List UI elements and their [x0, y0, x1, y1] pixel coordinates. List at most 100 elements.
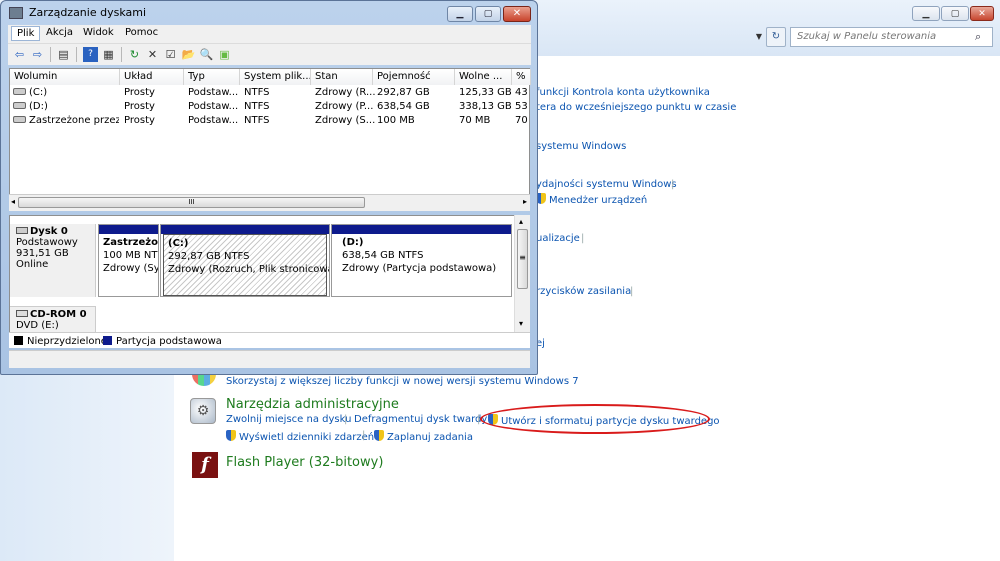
search-input[interactable]: Szukaj w Panelu sterowania: [790, 27, 993, 47]
column-header-free[interactable]: Wolne ...: [455, 69, 512, 85]
capacity-cell: 292,87 GB: [377, 87, 430, 98]
volume-cell: (C:): [13, 87, 119, 98]
percent-cell: 43: [515, 87, 528, 98]
status-cell: Zdrowy (R...: [315, 87, 376, 98]
free-space-link[interactable]: Zwolnij miejsce na dysku: [226, 414, 351, 425]
flash-player-title[interactable]: Flash Player (32-bitowy): [226, 455, 383, 470]
volume-cell: Zastrzeżone przez ...: [13, 115, 119, 126]
column-header-volume[interactable]: Wolumin: [10, 69, 120, 85]
magnifier-icon[interactable]: 🔍: [199, 47, 214, 62]
column-header-capacity[interactable]: Pojemność: [373, 69, 455, 85]
scroll-down-icon[interactable]: ▾: [519, 319, 523, 328]
column-header-filesystem[interactable]: System plik...: [240, 69, 311, 85]
system-link[interactable]: systemu Windows: [536, 141, 626, 152]
maximize-button[interactable]: ▢: [475, 6, 501, 22]
column-header-type[interactable]: Typ: [184, 69, 240, 85]
address-dropdown-icon[interactable]: ▼: [752, 29, 766, 45]
cdrom-label[interactable]: CD-ROM 0 DVD (E:): [10, 306, 96, 332]
partition-name: (D:): [342, 237, 364, 248]
refresh-icon[interactable]: ↻: [766, 27, 786, 47]
partition-reserved[interactable]: Zastrzeżon 100 MB NT Zdrowy (Sy: [98, 224, 159, 297]
forward-icon[interactable]: ⇨: [30, 47, 45, 62]
scrollbar-thumb[interactable]: ≡: [517, 229, 528, 289]
disk-icon[interactable]: ▣: [217, 47, 232, 62]
partition-bar: [332, 225, 511, 234]
status-cell: Zdrowy (S...: [315, 115, 376, 126]
cp-minimize-button[interactable]: ▁: [912, 6, 940, 21]
updates-link[interactable]: ualizacje: [536, 233, 580, 244]
menu-widok[interactable]: Widok: [78, 26, 119, 41]
back-icon[interactable]: ⇦: [12, 47, 27, 62]
disk0-status: Online: [16, 259, 49, 270]
status-bar: [9, 350, 530, 368]
admin-tools-icon[interactable]: ⚙: [190, 398, 216, 424]
cdrom-icon: [16, 310, 28, 317]
link-separator: |: [344, 414, 348, 425]
scroll-left-icon[interactable]: ◂: [11, 197, 15, 206]
menu-pomoc[interactable]: Pomoc: [120, 26, 163, 41]
disk0-label[interactable]: Dysk 0 Podstawowy 931,51 GB Online: [10, 224, 96, 297]
drive-icon: [13, 88, 26, 95]
vertical-scrollbar[interactable]: ▴ ≡ ▾: [514, 215, 530, 337]
free-cell: 125,33 GB: [459, 87, 512, 98]
legend: Nieprzydzielone Partycja podstawowa: [9, 332, 530, 348]
defrag-link[interactable]: Defragmentuj dysk twardy: [354, 414, 487, 425]
scroll-up-icon[interactable]: ▴: [519, 217, 523, 226]
admin-tools-title[interactable]: Narzędzia administracyjne: [226, 397, 399, 412]
drive-icon: [13, 116, 26, 123]
performance-link[interactable]: ydajności systemu Windows: [536, 179, 677, 190]
search-icon[interactable]: ⌕: [975, 30, 981, 44]
filesystem-cell: NTFS: [244, 101, 270, 112]
open-folder-icon[interactable]: 📂: [181, 47, 196, 62]
help-icon[interactable]: ?: [83, 47, 98, 62]
cdrom-name-row: CD-ROM 0: [16, 309, 89, 320]
refresh-icon[interactable]: ↻: [127, 47, 142, 62]
scroll-right-icon[interactable]: ▸: [523, 197, 527, 206]
cp-maximize-button[interactable]: ▢: [941, 6, 969, 21]
disk0-name: Dysk 0: [30, 226, 68, 237]
minimize-button[interactable]: ▁: [447, 6, 473, 22]
delete-icon[interactable]: ✕: [145, 47, 160, 62]
power-buttons-link[interactable]: rzycisków zasilania: [536, 286, 631, 297]
schedule-tasks-link[interactable]: Zaplanuj zadania: [374, 430, 473, 443]
toolbar-separator: [50, 47, 51, 62]
partition-bar: [99, 225, 158, 234]
menu-plik[interactable]: Plik: [11, 26, 41, 41]
partition-c[interactable]: (C:) 292,87 GB NTFS Zdrowy (Rozruch, Pli…: [160, 224, 330, 297]
uac-link[interactable]: funkcji Kontrola konta użytkownika: [536, 87, 710, 98]
window-title: Zarządzanie dyskami: [29, 6, 147, 19]
partition-size: 638,54 GB NTFS: [342, 250, 424, 261]
flash-player-icon[interactable]: f: [192, 452, 218, 478]
menu-bar: Plik Akcja Widok Pomoc: [8, 25, 531, 43]
properties-icon[interactable]: ▦: [101, 47, 116, 62]
hard-disk-icon: [16, 227, 28, 234]
cdrom-drive: DVD (E:): [16, 320, 59, 331]
scrollbar-thumb[interactable]: III: [18, 197, 365, 208]
menu-akcja[interactable]: Akcja: [41, 26, 78, 41]
free-cell: 338,13 GB: [459, 101, 512, 112]
anytime-upgrade-link[interactable]: Skorzystaj z większej liczby funkcji w n…: [226, 376, 579, 387]
layout-cell: Prosty: [124, 87, 155, 98]
partition-d[interactable]: (D:) 638,54 GB NTFS Zdrowy (Partycja pod…: [331, 224, 512, 297]
close-button[interactable]: ✕: [503, 6, 531, 22]
column-header-percent[interactable]: %: [512, 69, 531, 85]
device-manager-link[interactable]: Menedżer urządzeń: [536, 193, 647, 206]
partition-selected-hatch: (C:) 292,87 GB NTFS Zdrowy (Rozruch, Pli…: [163, 234, 329, 296]
volume-list: Wolumin Układ Typ System plik... Stan Po…: [9, 68, 531, 211]
console-tree-icon[interactable]: ▤: [56, 47, 71, 62]
disk-management-app-icon: [9, 7, 23, 19]
volume-name: (C:): [29, 87, 48, 98]
column-header-status[interactable]: Stan: [311, 69, 373, 85]
schedule-tasks-label: Zaplanuj zadania: [387, 432, 473, 443]
restore-link[interactable]: tera do wcześniejszego punktu w czasie: [536, 102, 736, 113]
type-cell: Podstaw...: [188, 115, 239, 126]
cp-close-button[interactable]: ✕: [970, 6, 994, 21]
shield-icon: [374, 430, 384, 441]
partition-text: (D:) 638,54 GB NTFS Zdrowy (Partycja pod…: [332, 234, 511, 277]
event-logs-link[interactable]: Wyświetl dzienniki zdarzeń: [226, 430, 374, 443]
check-icon[interactable]: ☑: [163, 47, 178, 62]
column-header-layout[interactable]: Układ: [120, 69, 184, 85]
capacity-cell: 100 MB: [377, 115, 415, 126]
legend-unallocated-label: Nieprzydzielone: [27, 336, 107, 347]
drive-icon: [13, 102, 26, 109]
